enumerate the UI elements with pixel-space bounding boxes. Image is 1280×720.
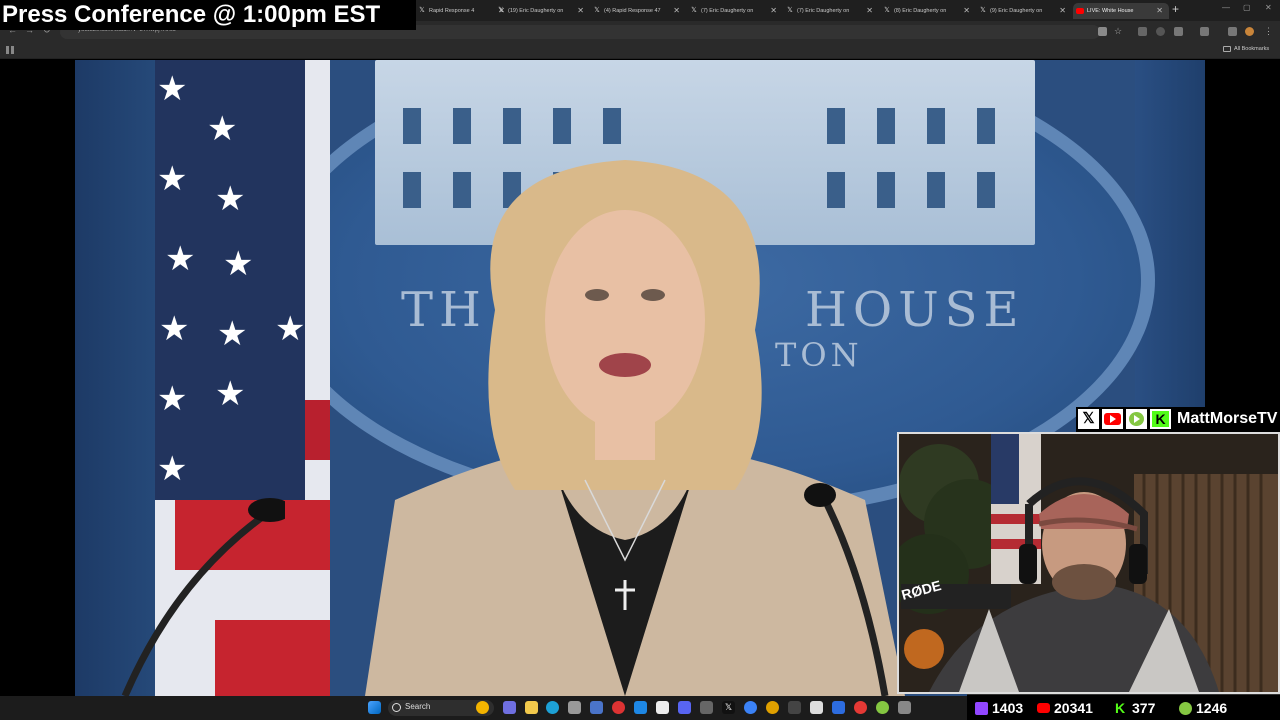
viewer-stats-bar: 1403 20341 K 377 1246 <box>967 694 1280 720</box>
twitch-icon <box>975 701 988 715</box>
app-icon[interactable] <box>568 701 581 714</box>
browser-tab-active[interactable]: LIVE: White House ✕ <box>1073 3 1169 19</box>
close-icon[interactable]: ✕ <box>673 3 680 19</box>
youtube-icon <box>1102 409 1123 429</box>
app-icon[interactable] <box>634 701 647 714</box>
svg-text:★: ★ <box>157 379 187 419</box>
svg-text:★: ★ <box>217 314 247 354</box>
profile-avatar[interactable] <box>1245 27 1254 36</box>
menu-icon[interactable]: ⋮ <box>1264 27 1273 36</box>
svg-text:★: ★ <box>157 69 187 109</box>
kick-icon: K <box>1115 699 1126 716</box>
browser-tab[interactable]: 𝕏 (7) Eric Daugherty on ✕ <box>687 3 783 19</box>
svg-text:★: ★ <box>275 309 305 349</box>
folder-icon <box>1223 46 1231 52</box>
file-explorer-icon[interactable] <box>525 701 538 714</box>
svg-text:★: ★ <box>223 244 253 284</box>
close-icon[interactable]: ✕ <box>1059 3 1066 19</box>
rumble-icon <box>1179 701 1192 715</box>
window-close-icon[interactable]: ✕ <box>1265 3 1272 12</box>
x-icon: 𝕏 <box>419 7 425 14</box>
kick-viewers: K 377 <box>1115 699 1156 716</box>
screen: 𝕏 Rapid Response 4 ✕ 𝕏 (19) Eric Daugherty … <box>0 0 1280 720</box>
chrome-icon[interactable] <box>766 701 779 714</box>
microphone-left <box>121 498 285 696</box>
twitch-viewers: 1403 <box>975 699 1023 717</box>
x-icon: 𝕏 <box>498 7 504 14</box>
browser-tab[interactable]: 𝕏 (7) Eric Daugherty on ✕ <box>783 3 879 19</box>
svg-text:★: ★ <box>157 449 187 489</box>
windows-start-icon[interactable] <box>368 701 381 714</box>
rumble-icon <box>1126 409 1147 429</box>
close-icon[interactable]: ✕ <box>963 3 970 19</box>
app-icon[interactable] <box>590 701 603 714</box>
press-conference-banner: Press Conference @ 1:00pm EST <box>0 0 416 30</box>
svg-text:★: ★ <box>159 309 189 349</box>
cast-icon[interactable] <box>1098 27 1107 36</box>
new-tab-button[interactable]: + <box>1172 2 1179 16</box>
svg-text:★: ★ <box>207 109 237 149</box>
app-icon[interactable] <box>810 701 823 714</box>
webcam-feed: RØDE <box>899 434 1278 692</box>
apps-icon[interactable] <box>6 46 14 54</box>
x-icon: 𝕏 <box>1078 409 1099 429</box>
x-icon: 𝕏 <box>594 7 600 14</box>
close-icon[interactable]: ✕ <box>577 3 584 19</box>
rumble-icon[interactable] <box>876 701 889 714</box>
app-icon[interactable] <box>700 701 713 714</box>
svg-text:★: ★ <box>165 239 195 279</box>
close-icon[interactable]: ✕ <box>770 3 777 19</box>
chrome-icon[interactable] <box>612 701 625 714</box>
rumble-viewers: 1246 <box>1179 699 1227 717</box>
copilot-icon[interactable] <box>503 701 516 714</box>
browser-tab[interactable]: 𝕏 (4) Rapid Response 47 ✕ <box>590 3 686 19</box>
youtube-icon <box>1076 8 1084 14</box>
maximize-icon[interactable]: ▢ <box>1243 3 1251 12</box>
browser-tab[interactable]: 𝕏 (8) Eric Daugherty on ✕ <box>880 3 976 19</box>
browser-tab[interactable]: 𝕏 (9) Eric Daugherty on ✕ <box>976 3 1072 19</box>
all-bookmarks-link[interactable]: All Bookmarks <box>1234 46 1269 52</box>
side-panel-icon[interactable] <box>1200 27 1209 36</box>
discord-icon[interactable] <box>678 701 691 714</box>
close-icon[interactable]: ✕ <box>1156 3 1163 19</box>
bookmark-star-icon[interactable]: ☆ <box>1114 27 1123 36</box>
extensions-puzzle-icon[interactable] <box>1174 27 1183 36</box>
youtube-icon <box>1037 703 1050 713</box>
svg-text:★: ★ <box>215 374 245 414</box>
browser-tab[interactable]: 𝕏 (19) Eric Daugherty on ✕ <box>494 3 590 19</box>
youtube-viewers: 20341 <box>1037 699 1093 717</box>
taskbar-search-label: Search <box>405 702 431 711</box>
weather-icon[interactable] <box>476 701 489 714</box>
obs-icon[interactable] <box>854 701 867 714</box>
streamer-webcam: RØDE <box>897 432 1280 694</box>
svg-text:★: ★ <box>157 159 187 199</box>
x-icon: 𝕏 <box>980 7 986 14</box>
app-icon[interactable] <box>656 701 669 714</box>
app-icon[interactable] <box>788 701 801 714</box>
search-icon <box>392 703 401 712</box>
x-icon[interactable]: 𝕏 <box>722 701 735 714</box>
edge-icon[interactable] <box>546 701 559 714</box>
x-icon: 𝕏 <box>787 7 793 14</box>
kick-icon: K <box>1150 409 1171 429</box>
bookmarks-bar <box>0 42 1280 59</box>
x-icon: 𝕏 <box>691 7 697 14</box>
app-icon[interactable] <box>898 701 911 714</box>
x-icon: 𝕏 <box>884 7 890 14</box>
microphone-right <box>804 483 889 696</box>
svg-text:★: ★ <box>215 179 245 219</box>
close-icon[interactable]: ✕ <box>866 3 873 19</box>
downloads-icon[interactable] <box>1228 27 1237 36</box>
extension-icon[interactable] <box>1138 27 1147 36</box>
app-icon[interactable] <box>832 701 845 714</box>
minimize-icon[interactable]: — <box>1222 3 1230 12</box>
channel-name: MattMorseTV <box>1174 408 1280 430</box>
app-icon[interactable] <box>744 701 757 714</box>
extension-icon[interactable] <box>1156 27 1165 36</box>
